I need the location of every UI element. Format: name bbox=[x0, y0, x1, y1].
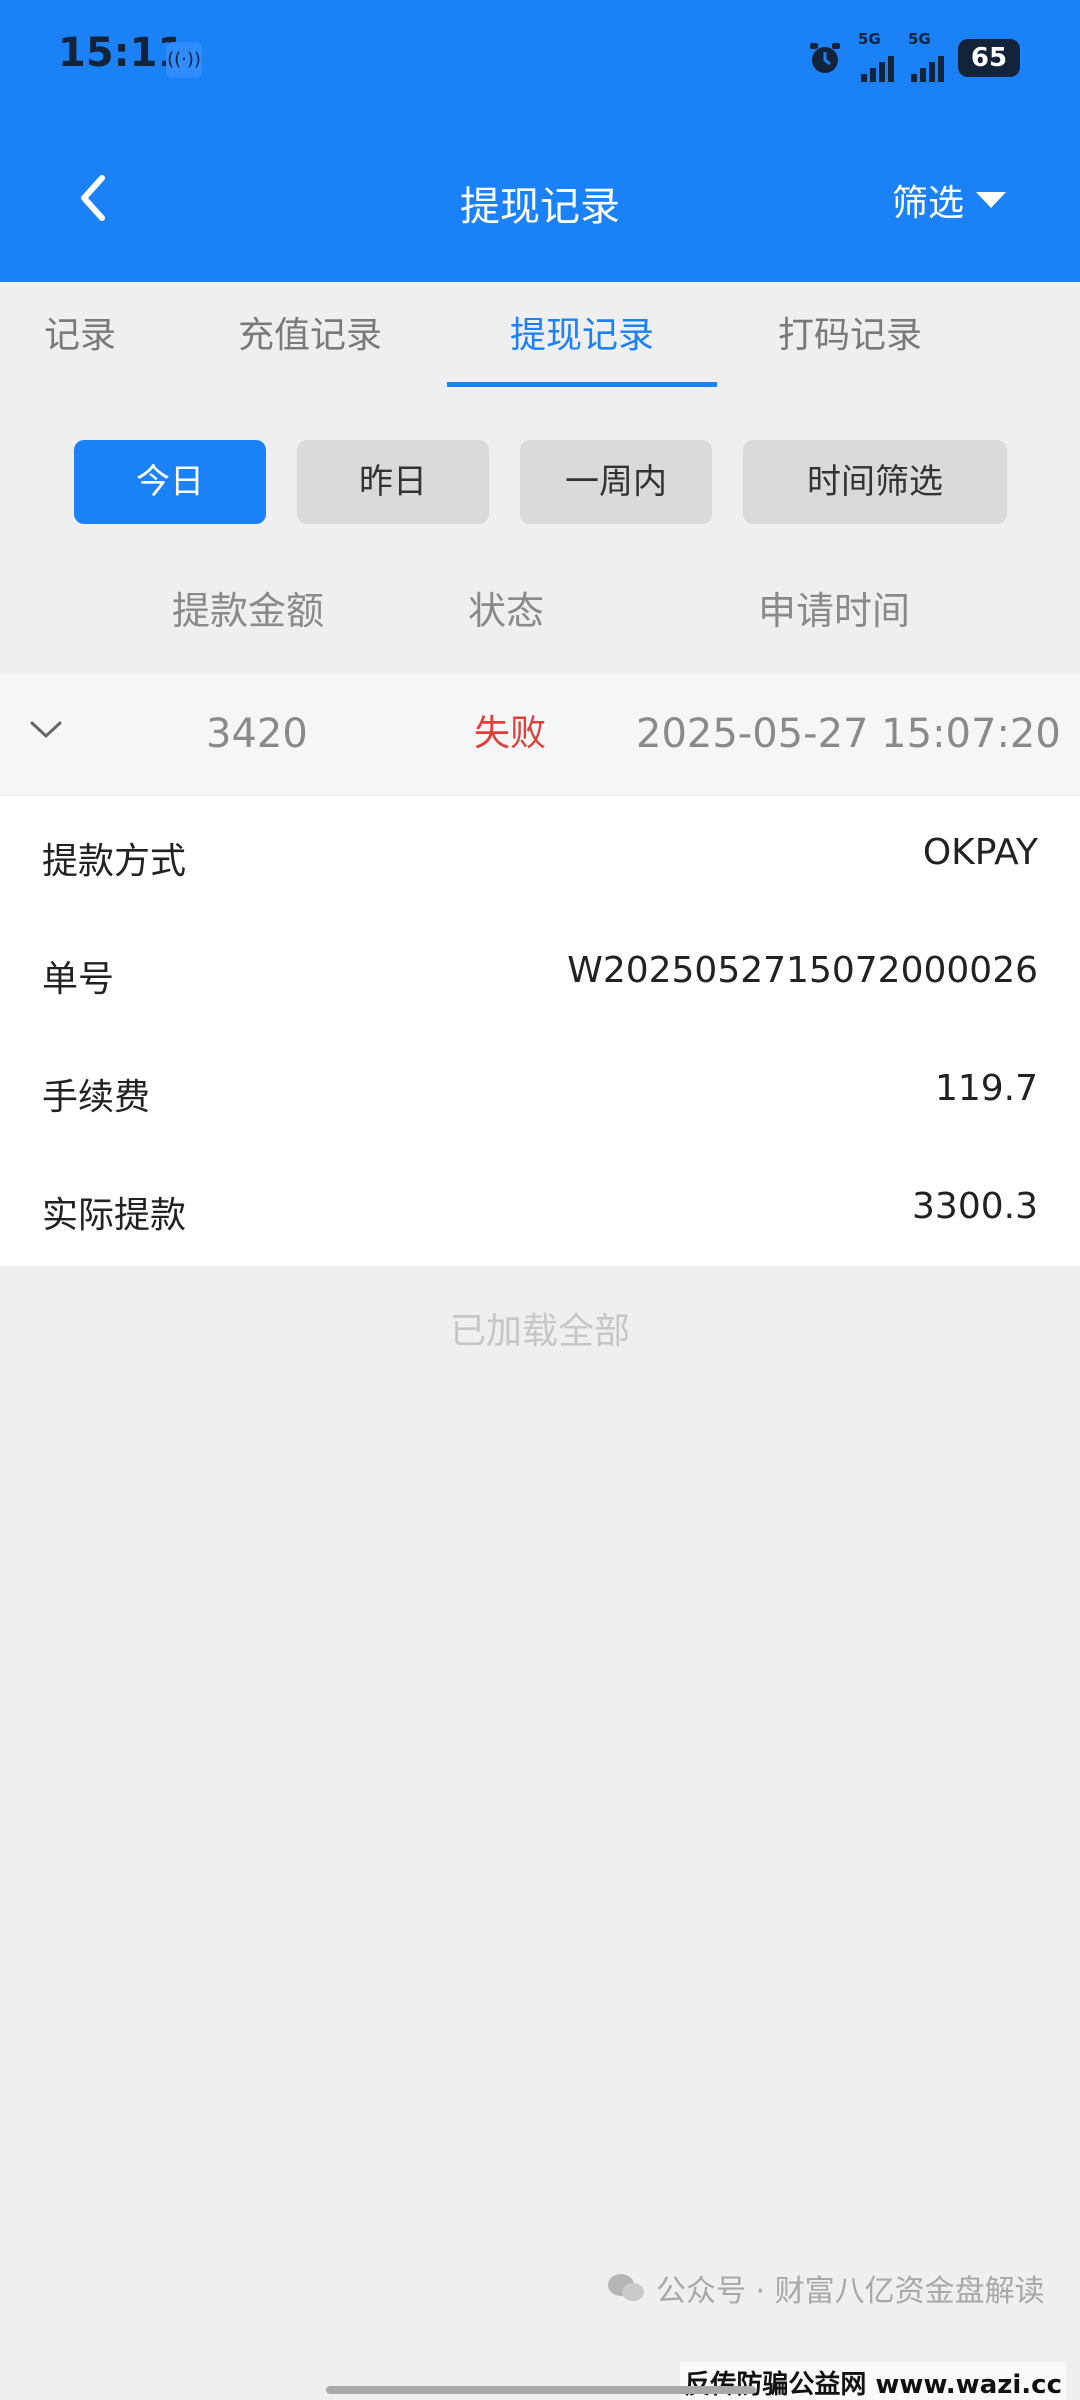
filter-today[interactable]: 今日 bbox=[74, 440, 266, 524]
record-details: 提款方式 OKPAY 单号 W2025052715072000026 手续费 1… bbox=[0, 796, 1080, 1266]
filter-week[interactable]: 一周内 bbox=[520, 440, 712, 524]
detail-row-fee: 手续费 119.7 bbox=[0, 1032, 1080, 1150]
tab-deposit-records[interactable]: 充值记录 bbox=[200, 282, 420, 390]
loaded-all-text: 已加载全部 bbox=[449, 1311, 630, 1352]
hotspot-icon: ((·)) bbox=[166, 42, 202, 78]
watermark: 公众号 · 财富八亿资金盘解读 bbox=[606, 2266, 1045, 2310]
filter-label: 筛选 bbox=[891, 183, 964, 224]
detail-row-method: 提款方式 OKPAY bbox=[0, 796, 1080, 914]
detail-row-actual: 实际提款 3300.3 bbox=[0, 1150, 1080, 1268]
home-indicator[interactable] bbox=[326, 2386, 756, 2394]
tab-withdraw-records[interactable]: 提现记录 bbox=[447, 282, 717, 390]
detail-value: OKPAY bbox=[922, 832, 1038, 873]
wechat-icon bbox=[606, 2272, 646, 2304]
active-tab-indicator bbox=[447, 382, 717, 387]
detail-label: 提款方式 bbox=[42, 841, 187, 882]
screen: 15:11 ((·)) 5G 5G 65 提现记录 筛选 记录 充值记录 提现记… bbox=[0, 0, 1080, 2400]
record-tabs: 记录 充值记录 提现记录 打码记录 bbox=[0, 282, 1080, 390]
detail-row-order-no: 单号 W2025052715072000026 bbox=[0, 914, 1080, 1032]
status-indicators: 5G 5G 65 bbox=[806, 30, 1020, 82]
watermark-text: 公众号 · 财富八亿资金盘解读 bbox=[656, 2274, 1045, 2309]
chevron-down-icon[interactable] bbox=[28, 718, 64, 742]
alarm-icon bbox=[806, 39, 844, 77]
record-amount: 3420 bbox=[206, 711, 308, 757]
filter-yesterday[interactable]: 昨日 bbox=[297, 440, 489, 524]
detail-value: W2025052715072000026 bbox=[567, 950, 1038, 991]
record-time: 2025-05-27 15:07:20 bbox=[636, 711, 1061, 757]
tab-betting-records[interactable]: 打码记录 bbox=[740, 282, 960, 390]
detail-label: 单号 bbox=[42, 959, 115, 1000]
battery-icon: 65 bbox=[958, 39, 1020, 77]
header-amount: 提款金额 bbox=[172, 589, 325, 633]
filter-custom-time[interactable]: 时间筛选 bbox=[743, 440, 1007, 524]
detail-label: 实际提款 bbox=[42, 1195, 187, 1236]
header-status: 状态 bbox=[468, 589, 545, 633]
watermark-site: 反传防骗公益网 www.wazi.cc bbox=[680, 2362, 1066, 2400]
table-row[interactable]: 3420 失败 2025-05-27 15:07:20 bbox=[0, 674, 1080, 794]
signal-icon: 5G bbox=[858, 30, 894, 82]
signal-icon: 5G bbox=[908, 30, 944, 82]
detail-value: 119.7 bbox=[934, 1068, 1038, 1109]
app-header: 15:11 ((·)) 5G 5G 65 提现记录 筛选 bbox=[0, 0, 1080, 282]
detail-label: 手续费 bbox=[42, 1077, 151, 1118]
status-badge: 失败 bbox=[474, 713, 547, 754]
detail-value: 3300.3 bbox=[912, 1186, 1038, 1227]
header-time: 申请时间 bbox=[758, 589, 911, 633]
tab-records[interactable]: 记录 bbox=[20, 282, 140, 390]
filter-button[interactable]: 筛选 bbox=[892, 174, 1006, 226]
dropdown-caret-icon bbox=[976, 192, 1006, 208]
